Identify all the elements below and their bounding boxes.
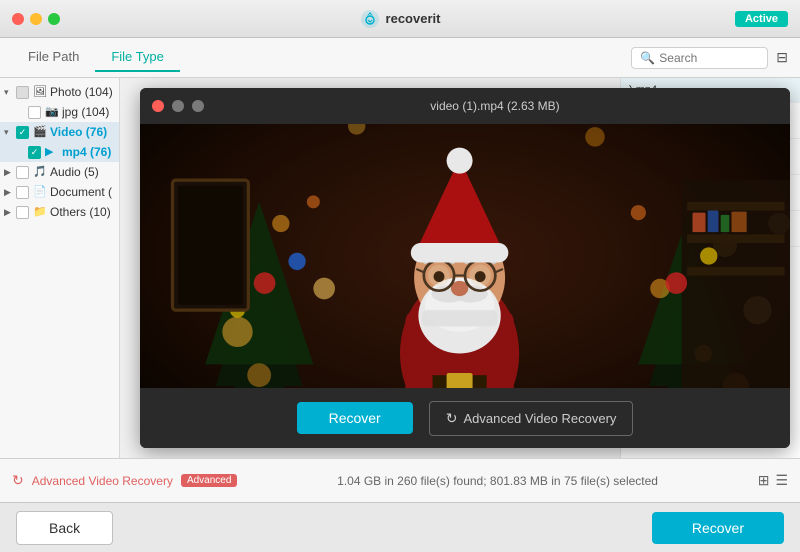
jpg-label: jpg (104)	[62, 105, 109, 119]
modal-title: video (1).mp4 (2.63 MB)	[212, 99, 778, 113]
search-icon: 🔍	[640, 51, 655, 65]
minimize-button[interactable]	[30, 13, 42, 25]
doc-checkbox[interactable]	[16, 186, 29, 199]
view-icons: ⊞ ☰	[758, 472, 788, 489]
modal-minimize-button[interactable]	[172, 100, 184, 112]
mp4-label: mp4 (76)	[62, 145, 111, 159]
mp4-checkbox[interactable]: ✓	[28, 146, 41, 159]
video-recovery-icon-status: ↻	[12, 472, 24, 489]
grid-view-icon[interactable]: ⊞	[758, 472, 770, 489]
app-logo	[360, 9, 380, 29]
audio-label: Audio (5)	[50, 165, 99, 179]
sidebar-item-video[interactable]: ▾ ✓ 🎬 Video (76)	[0, 122, 119, 142]
chevron-right-icon-others: ▶	[4, 207, 16, 218]
video-checkbox[interactable]: ✓	[16, 126, 29, 139]
content-area: ).mp4 Size B Volume ME (FAT16)/ Path /de…	[120, 78, 800, 458]
audio-icon: 🎵	[33, 165, 47, 179]
photo-checkbox[interactable]	[16, 86, 29, 99]
status-bar: ↻ Advanced Video Recovery Advanced 1.04 …	[0, 458, 800, 502]
others-checkbox[interactable]	[16, 206, 29, 219]
jpg-checkbox[interactable]	[28, 106, 41, 119]
tab-filepath[interactable]: File Path	[12, 43, 95, 72]
chevron-down-icon-video: ▾	[4, 127, 16, 138]
preview-modal: video (1).mp4 (2.63 MB)	[140, 88, 790, 448]
others-icon: 📁	[33, 205, 47, 219]
toolbar-right: 🔍 ⊟	[631, 47, 788, 69]
photo-label: Photo (104)	[50, 85, 113, 99]
tab-filetype[interactable]: File Type	[95, 43, 180, 72]
title-bar: recoverit Active	[0, 0, 800, 38]
search-input[interactable]	[659, 51, 759, 65]
modal-recover-button[interactable]: Recover	[297, 402, 413, 434]
advanced-video-recovery-button[interactable]: ↻ Advanced Video Recovery	[429, 401, 634, 436]
sidebar-item-others[interactable]: ▶ 📁 Others (10)	[0, 202, 119, 222]
app-name-label: recoverit	[386, 11, 441, 26]
recover-button[interactable]: Recover	[652, 512, 784, 544]
video-preview-area	[140, 124, 790, 388]
video-recovery-icon: ↻	[446, 410, 458, 427]
video-icon: 🎬	[33, 125, 47, 139]
sidebar-item-document[interactable]: ▶ 📄 Document (	[0, 182, 119, 202]
list-view-icon[interactable]: ☰	[775, 472, 788, 489]
back-button[interactable]: Back	[16, 511, 113, 545]
adv-recovery-label: Advanced Video Recovery	[463, 411, 616, 426]
audio-checkbox[interactable]	[16, 166, 29, 179]
search-box[interactable]: 🔍	[631, 47, 768, 69]
action-bar: Back Recover	[0, 502, 800, 552]
sidebar-item-jpg[interactable]: 📷 jpg (104)	[0, 102, 119, 122]
main-content: ▾ 🖼 Photo (104) 📷 jpg (104) ▾ ✓ 🎬 Video …	[0, 78, 800, 458]
status-text: 1.04 GB in 260 file(s) found; 801.83 MB …	[245, 474, 749, 488]
jpg-icon: 📷	[45, 105, 59, 119]
maximize-button[interactable]	[48, 13, 60, 25]
modal-maximize-button[interactable]	[192, 100, 204, 112]
chevron-down-icon: ▾	[4, 87, 16, 98]
filter-icon[interactable]: ⊟	[776, 49, 788, 66]
others-label: Others (10)	[50, 205, 111, 219]
chevron-right-icon-audio: ▶	[4, 167, 16, 178]
document-label: Document (	[50, 185, 112, 199]
active-badge: Active	[735, 11, 788, 27]
santa-scene-background	[140, 124, 790, 388]
adv-video-recovery-label: Advanced Video Recovery	[32, 474, 173, 488]
modal-close-button[interactable]	[152, 100, 164, 112]
sidebar: ▾ 🖼 Photo (104) 📷 jpg (104) ▾ ✓ 🎬 Video …	[0, 78, 120, 458]
photo-icon: 🖼	[33, 85, 47, 99]
modal-actions: Recover ↻ Advanced Video Recovery	[140, 388, 790, 448]
sidebar-item-mp4[interactable]: ✓ ▶ mp4 (76)	[0, 142, 119, 162]
modal-titlebar: video (1).mp4 (2.63 MB)	[140, 88, 790, 124]
app-title: recoverit	[360, 9, 441, 29]
chevron-right-icon-doc: ▶	[4, 187, 16, 198]
video-label: Video (76)	[50, 125, 107, 139]
document-icon: 📄	[33, 185, 47, 199]
sidebar-item-audio[interactable]: ▶ 🎵 Audio (5)	[0, 162, 119, 182]
close-button[interactable]	[12, 13, 24, 25]
mp4-icon: ▶	[45, 145, 59, 159]
advanced-badge: Advanced	[181, 474, 237, 487]
sidebar-item-photo[interactable]: ▾ 🖼 Photo (104)	[0, 82, 119, 102]
toolbar: File Path File Type 🔍 ⊟	[0, 38, 800, 78]
window-controls	[12, 13, 60, 25]
tab-group: File Path File Type	[12, 43, 180, 72]
